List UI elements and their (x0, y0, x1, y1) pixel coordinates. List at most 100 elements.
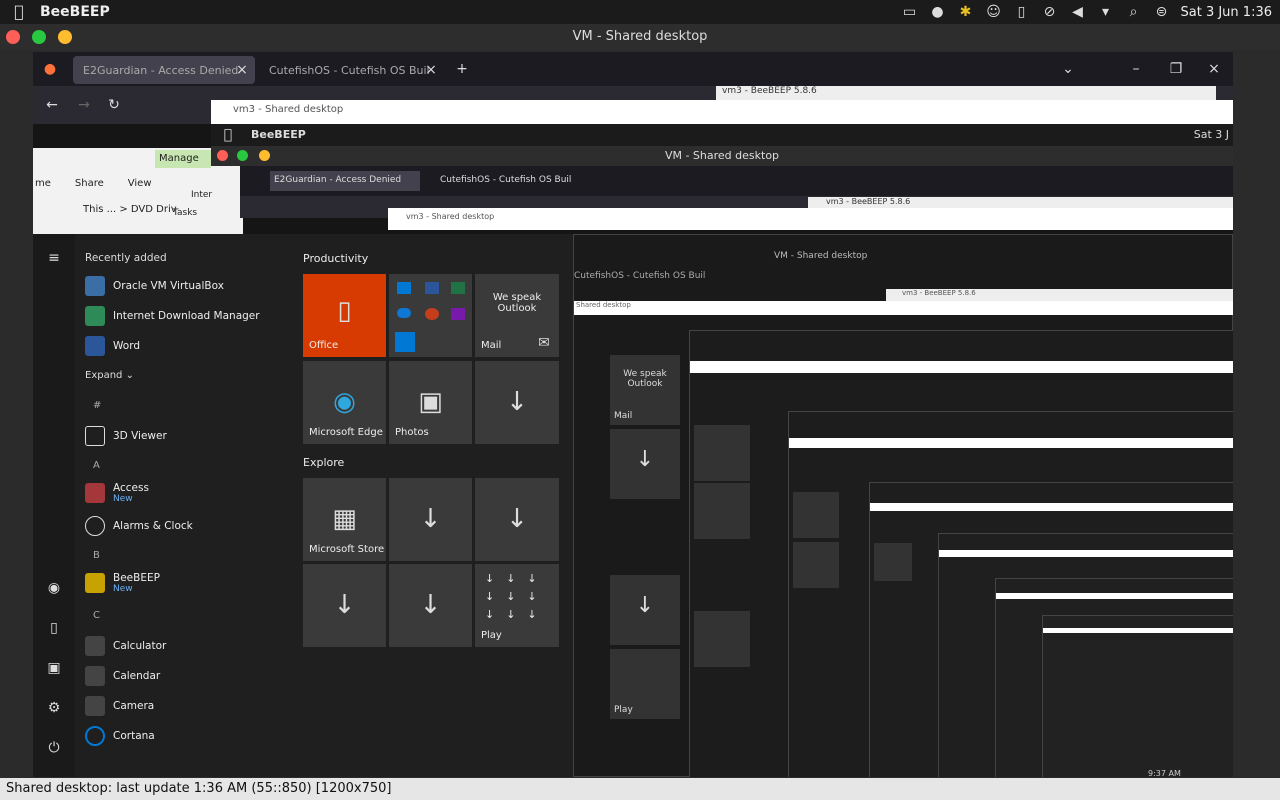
power-icon[interactable]: ⏻ (45, 740, 63, 756)
app-3d-viewer[interactable]: 3D Viewer (85, 426, 167, 446)
tile-mail[interactable]: We speak Outlook Mail ✉ (475, 274, 559, 357)
we-speak-text: We speak Outlook (492, 292, 542, 314)
tab-cutefish[interactable]: CutefishOS - Cutefish OS Buil × (259, 56, 444, 84)
tile-download-4[interactable]: ↓ (303, 564, 386, 647)
apple-icon[interactable]:  (10, 4, 28, 20)
app-virtualbox[interactable]: Oracle VM VirtualBox (85, 276, 224, 296)
users-icon[interactable]: ☺ (985, 4, 1003, 20)
vm-screen[interactable]: ● E2Guardian - Access Denied × CutefishO… (33, 52, 1233, 777)
tile-download-5[interactable]: ↓ (389, 564, 472, 647)
group-explore[interactable]: Explore (303, 456, 344, 469)
tile-office[interactable]: ▯ Office (303, 274, 386, 357)
documents-icon[interactable]: ▯ (45, 620, 63, 636)
app-cortana[interactable]: Cortana (85, 726, 155, 746)
tile-download-1[interactable]: ↓ (475, 361, 559, 444)
tasks-label[interactable]: Tasks (173, 208, 197, 218)
toggle-icon[interactable]: ⊜ (1153, 4, 1171, 20)
nested-download-tile: ↓ (610, 575, 680, 645)
shared-desktop-window-title[interactable]: vm3 - Shared desktop (211, 100, 1233, 124)
access-icon (85, 483, 105, 503)
app-beebeep[interactable]: BeeBEEP New (85, 572, 160, 594)
firefox-icon: ● (43, 61, 57, 77)
pictures-icon[interactable]: ▣ (45, 660, 63, 676)
letter-hash[interactable]: # (93, 400, 101, 411)
manage-tab[interactable]: Manage (155, 150, 211, 168)
tile-play[interactable]: ↓↓↓ ↓↓↓ ↓↓↓ Play (475, 564, 559, 647)
menu-home[interactable]: me (35, 178, 51, 189)
vertical-scrollbar[interactable] (1268, 52, 1280, 777)
close-tab-icon[interactable]: × (233, 62, 251, 78)
tile-office-apps[interactable] (389, 274, 472, 357)
hamburger-icon[interactable]: ≡ (45, 250, 63, 266)
recursive-desktop-view: VM - Shared desktop CutefishOS - Cutefis… (573, 234, 1233, 777)
new-tab-icon[interactable]: + (453, 61, 471, 77)
internet-item[interactable]: Inter (191, 190, 212, 200)
address-path[interactable]: This ... > DVD Driv (83, 204, 177, 215)
office-icon: ▯ (337, 296, 352, 326)
back-icon[interactable]: ← (43, 97, 61, 113)
inner-shared-desktop-title: vm3 - Shared desktop (388, 208, 1233, 230)
menu-share[interactable]: Share (75, 178, 104, 189)
app-access[interactable]: Access New (85, 482, 149, 504)
clock[interactable]: Sat 3 Jun 1:36 (1181, 5, 1273, 20)
close-tab-icon[interactable]: × (422, 62, 440, 78)
tile-store[interactable]: ▦ Microsoft Store (303, 478, 386, 561)
calculator-icon (85, 636, 105, 656)
tab-e2guardian[interactable]: E2Guardian - Access Denied × (73, 56, 255, 84)
photos-icon: ▣ (418, 387, 443, 417)
nested-mail-tile: We speak Outlook Mail (610, 355, 680, 425)
expand-button[interactable]: Expand ⌄ (85, 370, 134, 381)
bee-icon (85, 573, 105, 593)
forward-icon[interactable]: → (75, 97, 93, 113)
nested-level-6 (995, 578, 1233, 777)
play-grid-icon: ↓↓↓ ↓↓↓ ↓↓↓ (485, 572, 549, 621)
menu-view[interactable]: View (128, 178, 152, 189)
dropdown-icon[interactable]: ▾ (1097, 4, 1115, 20)
recently-added-label: Recently added (85, 252, 167, 264)
app-calendar[interactable]: Calendar (85, 666, 160, 686)
app-calculator[interactable]: Calculator (85, 636, 166, 656)
battery-icon[interactable]: ▭ (901, 4, 919, 20)
settings-icon[interactable]: ⚙ (45, 700, 63, 716)
reload-icon[interactable]: ↻ (105, 97, 123, 113)
word-icon (85, 336, 105, 356)
nested-level-4 (869, 482, 1233, 777)
excel-icon (451, 282, 465, 294)
powerpoint-icon (425, 308, 439, 320)
tile-photos[interactable]: ▣ Photos (389, 361, 472, 444)
app-list: Recently added Oracle VM VirtualBox Inte… (81, 234, 301, 777)
nested-beebeep-title: vm3 - BeeBEEP 5.8.6 (886, 289, 1233, 301)
app-camera[interactable]: Camera (85, 696, 154, 716)
user-avatar-icon[interactable]: ◉ (45, 580, 63, 596)
search-icon[interactable]: ⌕ (1125, 4, 1143, 20)
letter-b[interactable]: B (93, 550, 100, 561)
volume-icon[interactable]: ◀ (1069, 4, 1087, 20)
list-tabs-icon[interactable]: ⌄ (1059, 61, 1077, 77)
apple-icon:  (219, 127, 237, 143)
restore-icon[interactable]: ❐ (1167, 61, 1185, 77)
letter-a[interactable]: A (93, 460, 100, 471)
nested-tab: CutefishOS - Cutefish OS Buil (574, 271, 706, 281)
download-icon: ↓ (506, 387, 528, 417)
nested-level-5 (938, 533, 1233, 777)
tile-edge[interactable]: ◉ Microsoft Edge (303, 361, 386, 444)
group-productivity[interactable]: Productivity (303, 252, 368, 265)
app-word[interactable]: Word (85, 336, 140, 356)
tile-download-2[interactable]: ↓ (389, 478, 472, 561)
store-icon: ▦ (332, 504, 357, 534)
download-icon: ↓ (419, 590, 442, 620)
letter-c[interactable]: C (93, 610, 100, 621)
tile-download-3[interactable]: ↓ (475, 478, 559, 561)
close-icon[interactable]: × (1205, 61, 1223, 77)
minimize-icon[interactable]: – (1127, 61, 1145, 77)
nested-level-2 (689, 330, 1233, 777)
user-icon[interactable]: ● (929, 4, 947, 20)
clipboard-icon[interactable]: ▯ (1013, 4, 1031, 20)
mute-icon[interactable]: ⊘ (1041, 4, 1059, 20)
app-idm[interactable]: Internet Download Manager (85, 306, 260, 326)
app-alarms[interactable]: Alarms & Clock (85, 516, 193, 536)
nested-level-7 (1042, 615, 1233, 777)
bee-icon[interactable]: ✱ (957, 4, 975, 20)
skype-icon (395, 332, 415, 352)
download-icon: ↓ (506, 504, 528, 534)
